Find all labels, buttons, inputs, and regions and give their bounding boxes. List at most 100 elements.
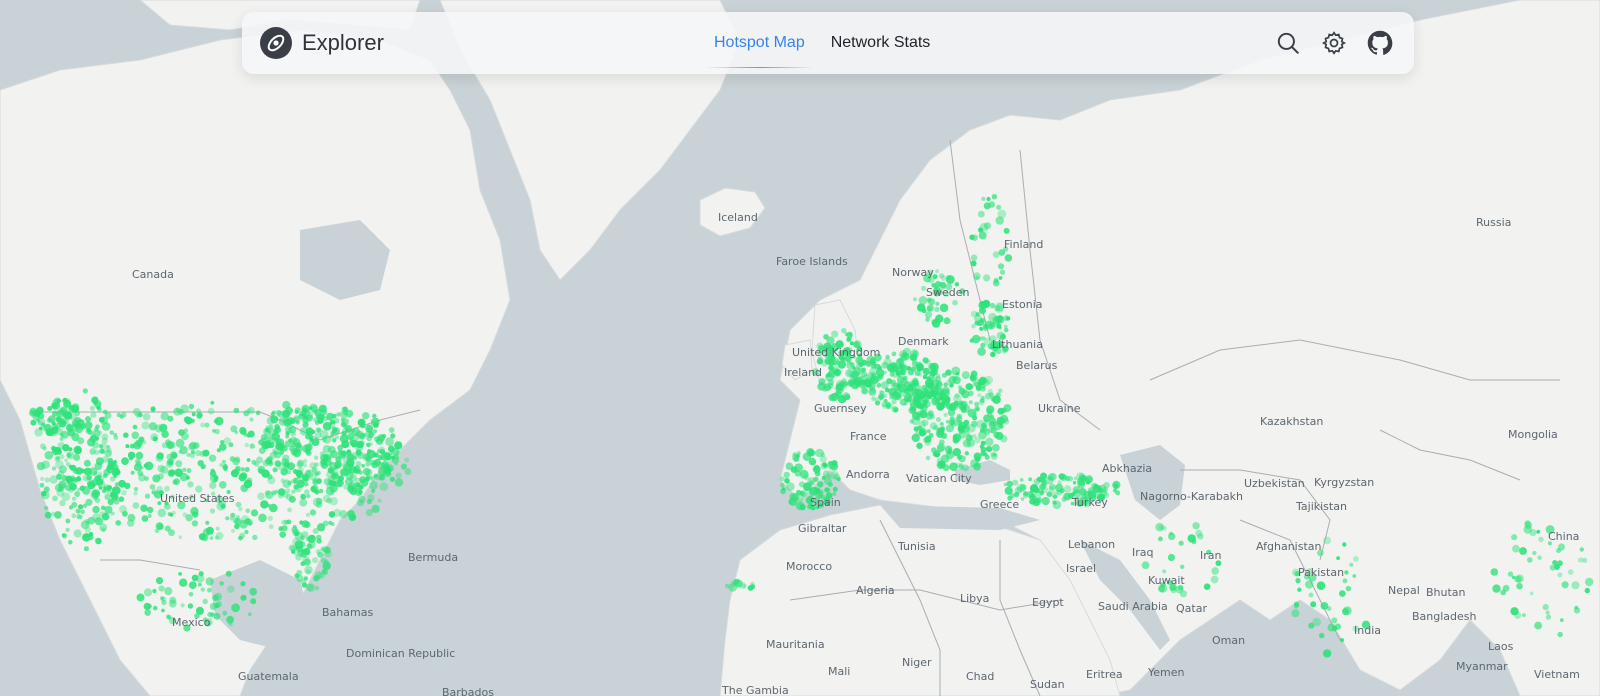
hotspot-dot — [869, 380, 875, 386]
hotspot-dot — [209, 508, 216, 514]
hotspot-dot — [316, 523, 326, 532]
hotspot-dot — [144, 461, 154, 471]
hotspot-dot — [891, 351, 897, 357]
hotspot-dot — [209, 536, 214, 540]
hotspot-dot — [925, 455, 931, 461]
hotspot-dot — [869, 373, 875, 379]
hotspot-dot — [292, 524, 297, 529]
hotspot-dot — [94, 491, 98, 496]
hotspot-dot — [1514, 575, 1522, 583]
hotspot-dot — [831, 330, 839, 338]
hotspot-dot — [1574, 605, 1579, 610]
hotspot-dot — [302, 421, 309, 428]
hotspot-dot — [100, 505, 106, 511]
hotspot-dot — [1579, 547, 1585, 552]
hotspot-dot — [329, 434, 334, 439]
hotspot-dot — [816, 358, 824, 365]
hotspot-dot — [354, 440, 359, 446]
hotspot-dot — [1055, 483, 1064, 493]
hotspot-dot — [800, 504, 806, 511]
hotspot-dot — [178, 450, 183, 454]
hotspot-dot — [1319, 632, 1325, 639]
hotspot-dot — [44, 511, 52, 519]
map-label: Afghanistan — [1256, 540, 1322, 553]
hotspot-dot — [995, 392, 1001, 398]
github-button[interactable] — [1364, 27, 1396, 59]
hotspot-dot — [369, 480, 378, 490]
hotspot-dot — [249, 417, 254, 422]
hotspot-dot — [150, 406, 156, 412]
hotspot-dot — [56, 417, 63, 424]
hotspot-dot — [783, 471, 790, 479]
hotspot-dot — [349, 436, 354, 441]
hotspot-dot — [235, 515, 240, 519]
hotspot-dot — [306, 583, 314, 592]
hotspot-dot — [1529, 529, 1537, 537]
map-label: Ukraine — [1038, 402, 1081, 415]
tab-hotspot-map[interactable]: Hotspot Map — [702, 12, 817, 74]
map-label: Vietnam — [1534, 668, 1580, 681]
settings-button[interactable] — [1318, 27, 1350, 59]
hotspot-dot — [848, 380, 854, 386]
hotspot-dot — [205, 577, 214, 586]
hotspot-dot — [195, 450, 201, 457]
hotspot-dot — [894, 388, 902, 395]
hotspot-dot — [979, 304, 985, 310]
hotspot-dot — [948, 382, 955, 388]
hotspot-dot — [931, 397, 940, 406]
hotspot-dot — [221, 459, 226, 464]
hotspot-dot — [993, 452, 998, 457]
search-button[interactable] — [1272, 27, 1304, 59]
helium-logo-icon[interactable] — [260, 27, 292, 59]
hotspot-dot — [268, 524, 274, 530]
hotspot-dot — [983, 222, 992, 230]
hotspot-dot — [392, 448, 400, 456]
hotspot-dot — [1342, 608, 1349, 616]
hotspot-dot — [790, 493, 799, 502]
hotspot-dot — [1036, 476, 1043, 482]
hotspot-dot — [257, 492, 265, 501]
hotspot-dot — [977, 347, 986, 356]
hotspot-dot — [152, 588, 157, 594]
hotspot-dot — [985, 392, 992, 400]
tab-network-stats[interactable]: Network Stats — [819, 12, 943, 74]
hotspot-dot — [322, 445, 332, 454]
hotspot-dot — [306, 543, 312, 549]
hotspot-dot — [1192, 522, 1200, 530]
hotspot-dot — [246, 408, 252, 414]
hotspot-dot — [970, 254, 978, 261]
hotspot-dot — [69, 483, 77, 491]
map-label: Estonia — [1002, 298, 1043, 311]
hotspot-dot — [236, 469, 241, 474]
hotspot-dot — [404, 457, 410, 463]
hotspot-dot — [301, 556, 311, 565]
hotspot-dot — [215, 526, 220, 531]
hotspot-dot — [880, 381, 889, 390]
hotspot-dot — [323, 459, 328, 464]
hotspot-map[interactable]: Canada United States Mexico Guatemala Ba… — [0, 0, 1600, 696]
hotspot-dot — [277, 492, 284, 499]
brand[interactable]: Explorer — [260, 27, 384, 59]
hotspot-dot — [336, 412, 341, 417]
hotspot-dot — [275, 409, 282, 416]
hotspot-dot — [1507, 571, 1514, 577]
hotspot-dot — [992, 279, 1000, 287]
hotspot-dot — [1342, 542, 1347, 547]
hotspot-dot — [209, 612, 215, 617]
hotspot-dot — [953, 394, 962, 403]
hotspot-dot — [798, 481, 805, 488]
hotspot-dot — [101, 421, 111, 431]
hotspot-dot — [935, 452, 940, 457]
hotspot-dot — [296, 574, 304, 583]
hotspot-dot — [300, 493, 307, 500]
hotspot-dot — [834, 368, 842, 376]
hotspot-dot — [200, 422, 206, 428]
hotspot-dot — [1073, 476, 1078, 481]
hotspot-dot — [886, 363, 895, 371]
hotspot-dot — [95, 537, 102, 545]
hotspot-dot — [362, 412, 370, 420]
map-label: Niger — [902, 656, 932, 669]
map-label: Bhutan — [1426, 586, 1466, 599]
hotspot-dot — [841, 327, 847, 334]
map-label: Algeria — [856, 584, 895, 597]
